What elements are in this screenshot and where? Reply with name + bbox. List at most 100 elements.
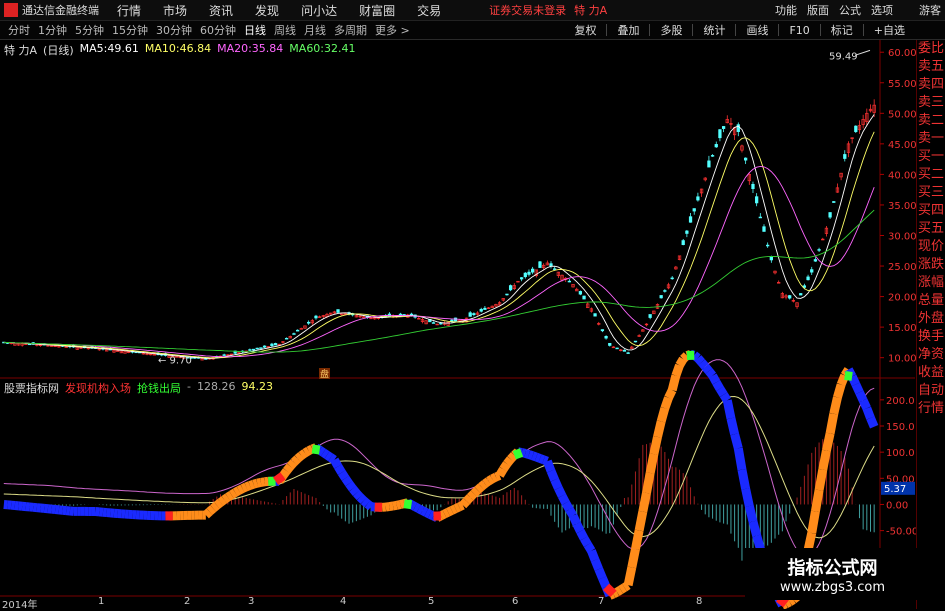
side-panel-label: 总量 — [917, 292, 945, 310]
price-tick-label: 60.00 — [888, 48, 917, 59]
ribbon-segment — [547, 461, 551, 471]
ribbon-segment — [287, 466, 291, 471]
ribbon-segment — [837, 385, 841, 398]
candle-body — [623, 350, 626, 351]
ribbon-segment — [228, 495, 232, 497]
candle-body — [810, 270, 813, 273]
candle-body — [722, 126, 725, 128]
ribbon-segment — [661, 408, 665, 421]
ribbon-segment — [702, 362, 706, 366]
ribbon-segment — [426, 512, 430, 514]
candle-body — [480, 309, 483, 311]
ribbon-segment — [367, 504, 371, 507]
ribbon-segment — [834, 397, 838, 413]
candle-body — [252, 349, 255, 350]
ribbon-segment — [617, 590, 621, 592]
ribbon-segment — [573, 516, 577, 524]
kline-chart[interactable]: 60.0055.0050.0045.0040.0035.0030.0025.00… — [0, 0, 945, 609]
ribbon-segment — [650, 454, 654, 473]
ribbon-segment — [525, 453, 529, 454]
side-panel-label: 行情 — [917, 400, 945, 418]
side-panel-label: 买四 — [917, 202, 945, 220]
ribbon-segment — [815, 490, 819, 511]
x-tick: 5 — [428, 596, 434, 607]
ribbon-segment — [334, 460, 338, 467]
ma60-line — [4, 210, 874, 352]
ribbon-segment — [742, 470, 746, 489]
ribbon-segment — [411, 505, 415, 507]
ribbon-segment — [577, 524, 581, 532]
ma10-label: MA10:46.84 — [145, 42, 211, 58]
ribbon-segment — [727, 400, 731, 418]
ma60-label: MA60:32.41 — [289, 42, 355, 58]
ribbon-segment — [489, 479, 493, 481]
ribbon-segment — [591, 551, 595, 560]
candle-body — [509, 286, 512, 290]
candle-body — [553, 269, 556, 270]
candle-body — [524, 273, 527, 277]
candle-body — [649, 314, 652, 317]
candle-body — [818, 250, 821, 251]
candle-body — [274, 343, 277, 345]
ribbon-segment — [544, 460, 548, 461]
indicator-legend: 股票指标网 发现机构入场 抢钱出局 - 128.26 94.23 — [4, 380, 273, 396]
ribbon-segment — [250, 484, 254, 485]
candle-body — [832, 202, 835, 203]
ribbon-segment — [290, 462, 294, 466]
ribbon-segment — [595, 560, 599, 569]
side-panel-label: 卖五 — [917, 58, 945, 76]
ribbon-segment — [628, 567, 632, 585]
candle-body — [689, 217, 692, 223]
indicator-value2: 94.23 — [241, 380, 273, 396]
ribbon-segment — [492, 477, 496, 479]
ma20-label: MA20:35.84 — [217, 42, 283, 58]
ma5-line — [4, 115, 874, 359]
ribbon-segment — [635, 530, 639, 549]
candle-body — [506, 294, 509, 295]
ribbon-segment — [558, 488, 562, 496]
ribbon-segment — [327, 455, 331, 457]
candle-body — [755, 197, 758, 203]
candle-body — [697, 197, 700, 200]
current-value-text: 5.37 — [884, 484, 906, 495]
ribbon-segment — [448, 510, 452, 512]
candle-body — [520, 278, 523, 279]
side-panel-label: 净资 — [917, 346, 945, 364]
candle-body — [627, 353, 630, 354]
candle-body — [296, 330, 299, 331]
candle-body — [271, 344, 274, 346]
ribbon-segment — [478, 487, 482, 490]
x-tick: 4 — [340, 596, 346, 607]
x-tick: 6 — [512, 596, 518, 607]
low-price-mark: ← 9.70 — [158, 356, 192, 367]
entry-marker — [276, 476, 283, 481]
candle-body — [285, 338, 288, 339]
ribbon-segment — [562, 496, 566, 503]
ribbon-segment — [232, 493, 236, 495]
watermark-title: 指标公式网 — [745, 554, 920, 580]
candle-body — [752, 184, 755, 188]
ribbon-segment — [239, 489, 243, 491]
candle-body — [473, 314, 476, 315]
sub-tick-label: 150.0 — [886, 422, 915, 433]
ribbon-segment — [713, 376, 717, 383]
candle-body — [293, 334, 296, 335]
candle-body — [829, 213, 832, 218]
side-panel-label: 自动 — [917, 382, 945, 400]
candle-body — [260, 348, 263, 349]
candle-body — [671, 278, 674, 279]
ribbon-segment — [716, 382, 720, 388]
price-tick-label: 40.00 — [888, 170, 917, 181]
ribbon-segment — [298, 456, 302, 459]
ribbon-segment — [826, 433, 830, 450]
candle-body — [528, 272, 531, 274]
candle-body — [693, 209, 696, 211]
ribbon-segment — [566, 503, 570, 510]
ribbon-segment — [646, 473, 650, 493]
ribbon-segment — [819, 470, 823, 490]
ribbon-segment — [206, 512, 210, 515]
x-tick: 3 — [248, 596, 254, 607]
ribbon-segment — [221, 500, 225, 503]
side-panel-label: 买二 — [917, 166, 945, 184]
ribbon-segment — [496, 476, 500, 478]
